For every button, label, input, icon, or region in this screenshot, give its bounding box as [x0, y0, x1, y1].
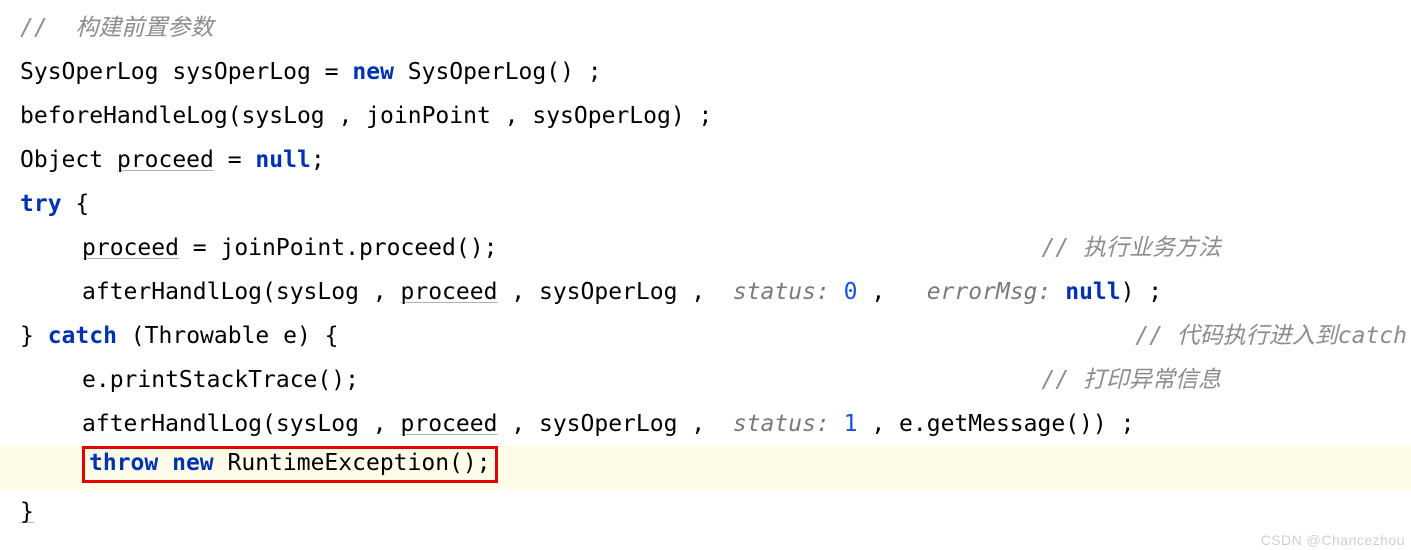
- code-line: Object proceed = null;: [0, 138, 1411, 182]
- var: proceed: [401, 270, 498, 314]
- code-line: e.printStackTrace(); // 打印异常信息: [0, 358, 1411, 402]
- comment: // 构建前置参数: [20, 6, 213, 50]
- var: proceed: [117, 138, 214, 182]
- var: sysOperLog: [172, 50, 310, 94]
- code-line: // 构建前置参数: [0, 6, 1411, 50]
- type: SysOperLog: [20, 50, 158, 94]
- ctor: SysOperLog() ;: [394, 50, 602, 94]
- comment: // 执行业务方法: [1041, 226, 1411, 270]
- code-line: try {: [0, 182, 1411, 226]
- code-line: }: [0, 490, 1411, 534]
- keyword-try: try: [20, 182, 62, 226]
- keyword-null: null: [255, 138, 310, 182]
- keyword-new: new: [172, 450, 214, 476]
- keyword-throw: throw: [89, 450, 158, 476]
- param-hint-status: status:: [733, 270, 844, 314]
- number: 0: [844, 270, 858, 314]
- code-line: SysOperLog sysOperLog = new SysOperLog()…: [0, 50, 1411, 94]
- param-hint-status: status:: [733, 402, 844, 446]
- param-hint-errormsg: errorMsg:: [927, 270, 1065, 314]
- keyword-null: null: [1065, 270, 1120, 314]
- var: proceed: [82, 235, 179, 261]
- code-block: // 构建前置参数 SysOperLog sysOperLog = new Sy…: [0, 0, 1411, 534]
- type: Object: [20, 138, 117, 182]
- code-line: afterHandlLog(sysLog , proceed , sysOper…: [0, 270, 1411, 314]
- number: 1: [844, 402, 858, 446]
- comment: // 代码执行进入到catch: [1135, 314, 1411, 358]
- eq: =: [311, 50, 353, 94]
- code-line: proceed = joinPoint.proceed(); // 执行业务方法: [0, 226, 1411, 270]
- code-line: afterHandlLog(sysLog , proceed , sysOper…: [0, 402, 1411, 446]
- brace-close: }: [20, 490, 34, 534]
- var: proceed: [401, 402, 498, 446]
- code-line: beforeHandleLog(sysLog , joinPoint , sys…: [0, 94, 1411, 138]
- keyword-catch: catch: [48, 323, 117, 349]
- highlight-box: throw new RuntimeException();: [82, 446, 498, 483]
- comment: // 打印异常信息: [1041, 358, 1411, 402]
- keyword-new: new: [352, 50, 394, 94]
- watermark: CSDN @Chancezhou: [1261, 532, 1405, 548]
- code-line: } catch (Throwable e) { // 代码执行进入到catch: [0, 314, 1411, 358]
- call: beforeHandleLog(sysLog , joinPoint , sys…: [20, 94, 712, 138]
- code-line-highlight: throw new RuntimeException();: [0, 446, 1411, 490]
